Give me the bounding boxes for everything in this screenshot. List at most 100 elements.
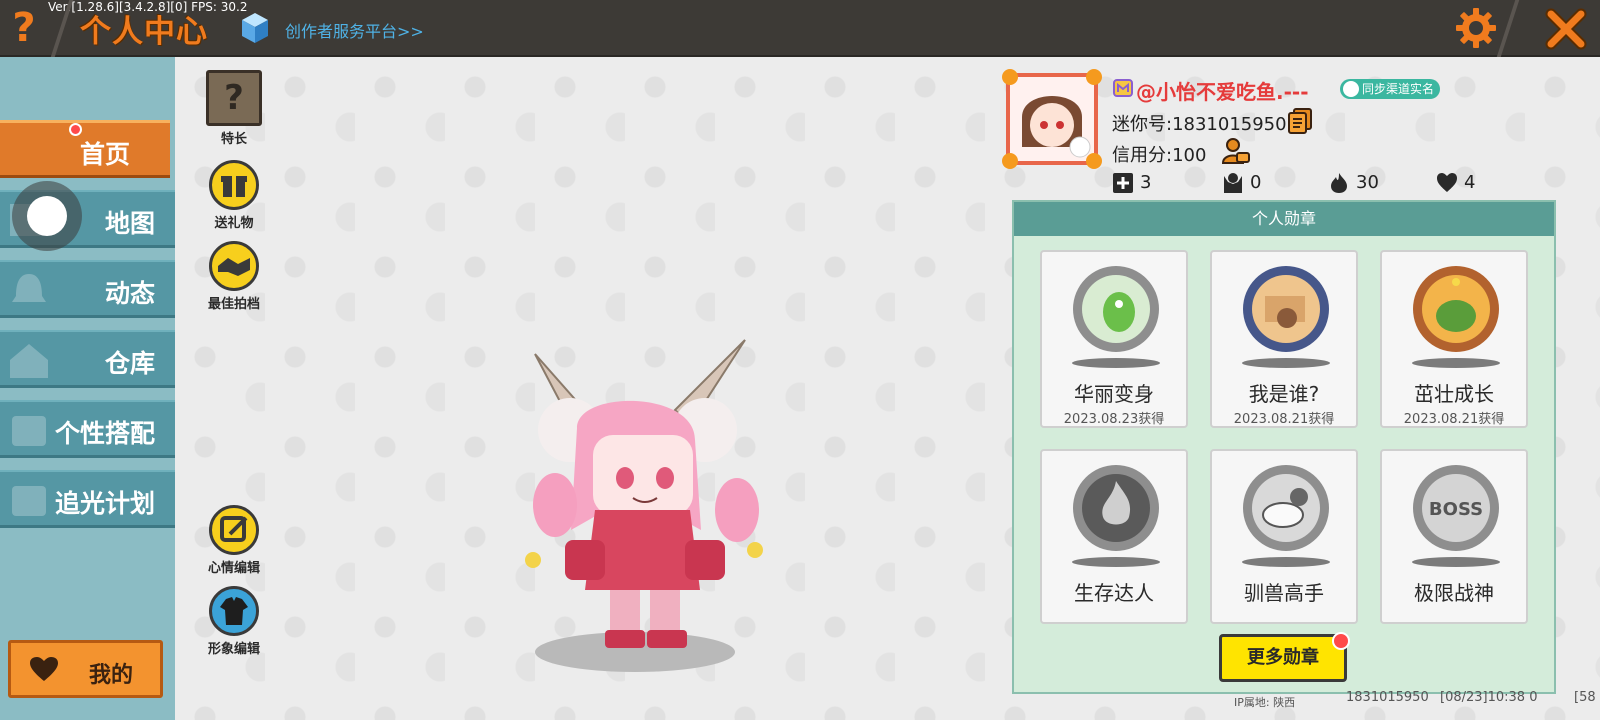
footer-uid: 1831015950: [1346, 690, 1429, 705]
creator-platform-link[interactable]: 创作者服务平台>>: [285, 18, 424, 42]
sync-realname-label: 同步渠道实名: [1362, 82, 1435, 96]
chase-light-icon: [12, 486, 46, 516]
sidebar-item-label: 动态: [104, 279, 155, 308]
medal-card[interactable]: 驯兽高手: [1210, 449, 1358, 624]
avatar-edit-button[interactable]: 形象编辑: [194, 586, 274, 657]
medal-shadow: [1412, 557, 1500, 567]
hearts-count: 4: [1464, 172, 1476, 193]
my-button-label: 我的: [89, 663, 134, 688]
medal-date: 2023.08.23获得: [1063, 412, 1165, 427]
footer-extra: [58: [1574, 690, 1596, 705]
medal-grow-icon: [1413, 266, 1499, 352]
medal-shadow: [1242, 557, 1330, 567]
plus-box-icon: [1113, 173, 1133, 193]
floating-touch-button[interactable]: [12, 181, 82, 251]
footer-time: [08/23]10:38 0: [1440, 690, 1538, 705]
sidebar-item-chase-light[interactable]: 追光计划: [0, 470, 175, 528]
medal-shadow: [1072, 358, 1160, 368]
gift-icon: [209, 160, 259, 210]
medal-name: 华丽变身: [1074, 382, 1154, 406]
sidebar-item-feed[interactable]: 动态: [0, 260, 175, 318]
cube-icon[interactable]: [240, 11, 270, 45]
avatar-portrait: [1010, 77, 1094, 161]
character-model[interactable]: [515, 330, 765, 680]
divider: [1496, 0, 1520, 57]
followers-count: 0: [1250, 172, 1262, 193]
copy-icon[interactable]: [1288, 108, 1312, 134]
heart-icon: [1437, 173, 1457, 192]
medal-transform-icon: [1073, 266, 1159, 352]
frame-corner-orb: [1002, 153, 1018, 169]
mini-id: 迷你号:1831015950: [1112, 114, 1287, 135]
best-partner-button[interactable]: 最佳拍档: [194, 241, 274, 312]
medal-name: 生存达人: [1074, 581, 1154, 605]
medal-card[interactable]: 茁壮成长 2023.08.21获得: [1380, 250, 1528, 428]
send-gift-button[interactable]: 送礼物: [194, 160, 274, 231]
medal-date: 2023.08.21获得: [1233, 412, 1335, 427]
nickname: @小怡不爱吃鱼.---: [1136, 80, 1309, 104]
sync-realname-button[interactable]: 同步渠道实名: [1340, 79, 1441, 99]
svg-text:BOSS: BOSS: [1429, 499, 1483, 520]
medal-shadow: [1242, 358, 1330, 368]
help-button[interactable]: ?: [8, 8, 40, 48]
medal-shadow: [1072, 557, 1160, 567]
more-medals-button[interactable]: 更多勋章: [1219, 634, 1347, 682]
edit-icon: [209, 505, 259, 555]
heart-icon: [30, 657, 58, 681]
medal-card[interactable]: 我是谁? 2023.08.21获得: [1210, 250, 1358, 428]
notification-dot: [1332, 632, 1350, 650]
medal-name: 极限战神: [1414, 581, 1494, 605]
medal-card[interactable]: BOSS 极限战神: [1380, 449, 1528, 624]
medal-card[interactable]: 华丽变身 2023.08.23获得: [1040, 250, 1188, 428]
best-partner-label: 最佳拍档: [207, 297, 260, 312]
person-icon: [1343, 81, 1359, 97]
sidebar-item-warehouse[interactable]: 仓库: [0, 330, 175, 388]
sidebar-item-home[interactable]: 首页: [0, 120, 170, 178]
mood-edit-button[interactable]: 心情编辑: [194, 505, 274, 576]
page-title: 个人中心: [80, 14, 208, 50]
trophy-person-icon: [1224, 173, 1242, 193]
medal-shadow: [1412, 358, 1500, 368]
close-icon[interactable]: [1543, 6, 1589, 52]
frame-corner-orb: [1086, 153, 1102, 169]
avatar[interactable]: [1002, 69, 1102, 169]
mood-edit-label: 心情编辑: [207, 561, 260, 576]
sidebar-item-label: 首页: [79, 140, 130, 169]
medal-boss-icon: BOSS: [1413, 465, 1499, 551]
avatar-edit-label: 形象编辑: [207, 642, 260, 657]
gear-icon[interactable]: [1454, 6, 1498, 50]
notification-dot: [69, 123, 82, 136]
medal-name: 驯兽高手: [1244, 581, 1324, 605]
popularity-count: 30: [1356, 172, 1379, 193]
shirt-icon: [209, 586, 259, 636]
medal-card[interactable]: 生存达人: [1040, 449, 1188, 624]
sidebar-item-label: 个性搭配: [54, 419, 155, 448]
top-bar: Ver:[1.28.6][3.4.2.8][0] FPS: 30.2 ? 个人中…: [0, 0, 1600, 57]
credit-badge-icon[interactable]: [1222, 138, 1250, 164]
medal-name: 我是谁?: [1248, 382, 1320, 406]
sidebar-item-outfit[interactable]: 个性搭配: [0, 400, 175, 458]
handshake-icon: [209, 241, 259, 291]
frame-corner-orb: [1002, 69, 1018, 85]
sidebar-item-label: 仓库: [104, 349, 155, 378]
send-gift-label: 送礼物: [214, 216, 254, 231]
my-button[interactable]: 我的: [8, 640, 163, 698]
vip-icon: [1113, 79, 1133, 97]
sidebar-item-label: 地图: [104, 209, 155, 238]
touch-button-core: [27, 196, 67, 236]
medal-date: 2023.08.21获得: [1403, 412, 1505, 427]
medal-who-am-i-icon: [1243, 266, 1329, 352]
bell-icon: [12, 274, 46, 302]
credit-score: 信用分:100: [1112, 145, 1207, 166]
medal-panel: 个人勋章 华丽变身 2023.08.23获得 我是谁? 2023.08.21获得…: [1012, 200, 1556, 694]
flame-icon: [1331, 173, 1347, 193]
specialty-button[interactable]: ? 特长: [194, 70, 274, 147]
sidebar-item-label: 追光计划: [54, 489, 155, 518]
specialty-label: 特长: [220, 132, 247, 147]
house-icon: [10, 344, 48, 378]
medal-panel-title: 个人勋章: [1014, 202, 1554, 236]
medal-tamer-icon: [1243, 465, 1329, 551]
question-icon: ?: [206, 70, 262, 126]
sidebar: 首页 地图 动态 仓库 个性搭配 追光计划 我的: [0, 57, 175, 720]
ip-location: IP属地: 陕西: [1234, 696, 1296, 709]
